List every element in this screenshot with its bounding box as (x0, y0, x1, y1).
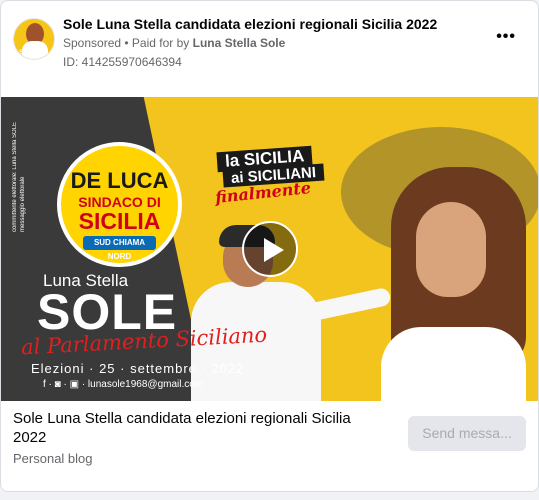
paid-for-prefix: Paid for by (131, 36, 193, 50)
ad-video-thumbnail[interactable]: committente elettorale: Luna Stella SOLE… (1, 97, 538, 401)
send-message-button[interactable]: Send messa... (408, 416, 526, 451)
page-name[interactable]: Sole Luna Stella candidata elezioni regi… (63, 16, 437, 32)
candidate-face (416, 202, 486, 297)
ad-header: SOLE Sole Luna Stella candidata elezioni… (1, 1, 538, 97)
sponsored-line: Sponsored • Paid for by Luna Stella Sole (63, 36, 285, 50)
separator: • (121, 36, 132, 50)
play-triangle (264, 238, 284, 262)
ad-footer: Sole Luna Stella candidata elezioni regi… (1, 401, 538, 491)
play-icon[interactable] (242, 221, 298, 277)
candidate-body (381, 327, 526, 401)
avatar-text: SOLE (19, 50, 36, 56)
contact-line: f · ◙ · ▣ · lunasole1968@gmail.com (43, 379, 204, 390)
footer-subtitle: Personal blog (13, 451, 93, 466)
footer-title[interactable]: Sole Luna Stella candidata elezioni regi… (13, 409, 383, 447)
party-logo-badge: DE LUCA SINDACO DI SICILIA SUD CHIAMA NO… (57, 142, 182, 267)
badge-line3: SICILIA (78, 208, 161, 234)
avatar[interactable]: SOLE (13, 18, 55, 60)
paid-for-by: Luna Stella Sole (192, 36, 286, 50)
election-date: Elezioni · 25 · settembre · 2022 (31, 361, 245, 376)
more-options-icon[interactable]: ••• (496, 28, 516, 46)
side-disclaimer: committente elettorale: Luna Stella SOLE… (12, 121, 26, 232)
ad-id: ID: 414255970646394 (63, 55, 182, 69)
badge-line1: DE LUCA (70, 168, 169, 193)
sponsored-label: Sponsored (63, 36, 122, 50)
badge-pill: SUD CHIAMA NORD (83, 236, 156, 261)
ad-card: SOLE Sole Luna Stella candidata elezioni… (0, 0, 539, 492)
